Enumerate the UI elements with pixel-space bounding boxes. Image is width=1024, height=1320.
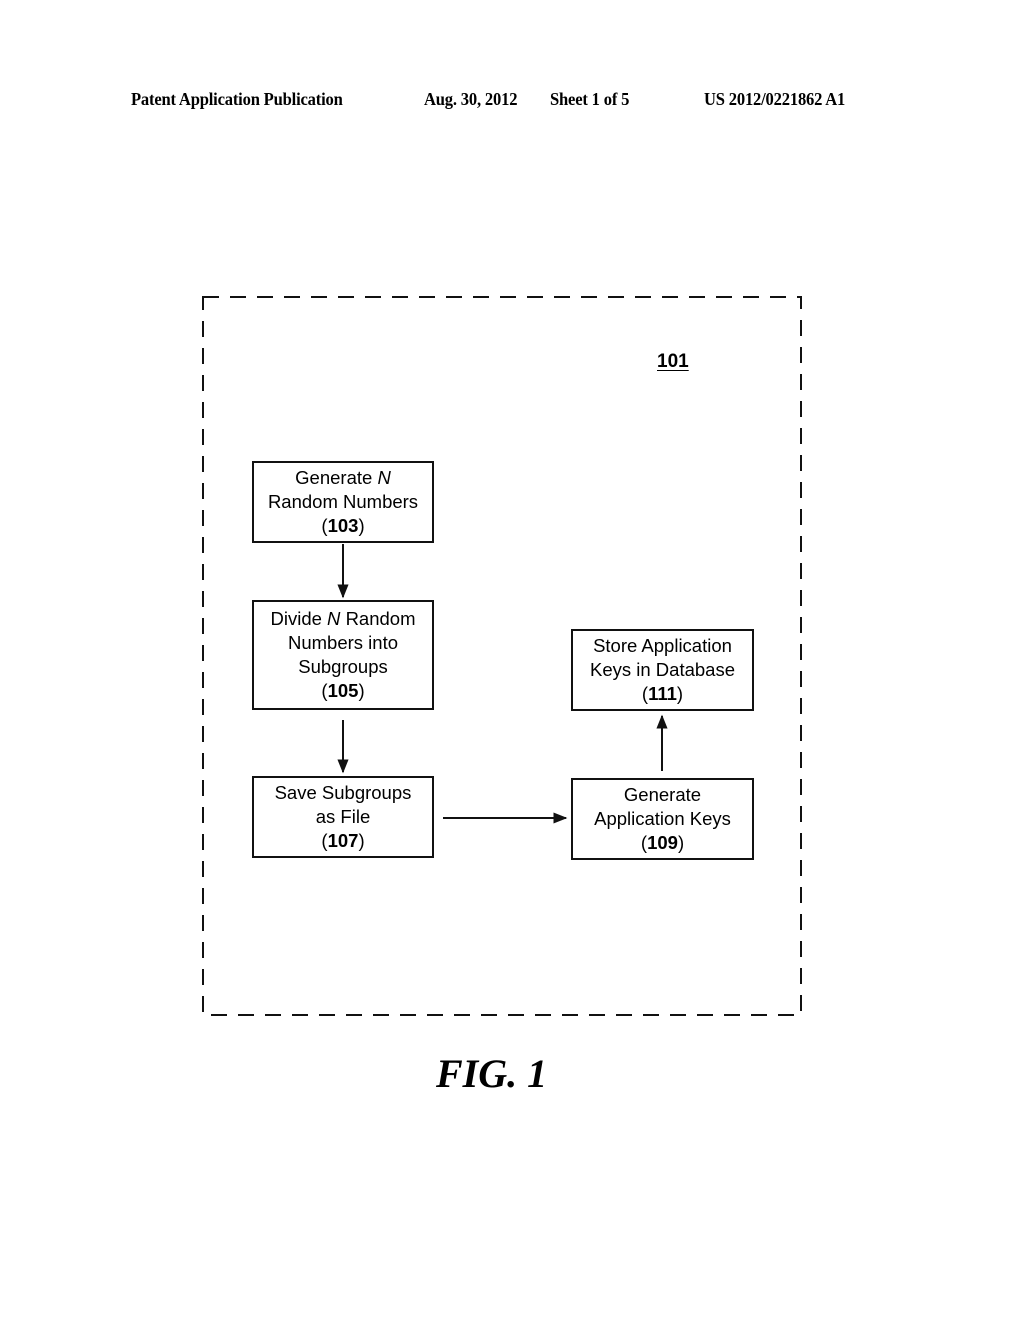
publication-date: Aug. 30, 2012 (424, 89, 518, 109)
process-box-103: Generate N Random Numbers (103) (252, 461, 434, 543)
process-box-111: Store Application Keys in Database (111) (571, 629, 754, 711)
process-box-107: Save Subgroups as File (107) (252, 776, 434, 858)
process-box-105: Divide N Random Numbers into Subgroups (… (252, 600, 434, 710)
sheet-number: Sheet 1 of 5 (550, 89, 630, 109)
box-ref-number: (107) (321, 830, 365, 851)
variable-n: N (327, 608, 341, 629)
reference-numeral-101: 101 (657, 351, 689, 372)
box-line: Generate N (295, 467, 391, 488)
box-line: Subgroups (298, 656, 388, 677)
box-line: as File (315, 806, 371, 827)
box-line: Generate (623, 784, 702, 805)
process-box-109: Generate Application Keys (109) (571, 778, 754, 860)
patent-header: Patent Application Publication Aug. 30, … (0, 89, 1024, 113)
box-line: Divide N Random (270, 608, 416, 629)
box-line: Random Numbers (267, 491, 419, 512)
box-line: Store Application (593, 635, 732, 656)
figure-label: FIG. 1 (436, 1051, 548, 1096)
box-ref-number: (111) (641, 683, 684, 704)
box-line: Numbers into (287, 632, 398, 653)
variable-n: N (377, 467, 391, 488)
box-ref-number: (109) (640, 832, 685, 853)
box-line: Save Subgroups (274, 782, 412, 803)
box-line: Application Keys (594, 808, 731, 829)
box-ref-number: (103) (321, 515, 365, 536)
publication-type: Patent Application Publication (131, 89, 343, 109)
box-line: Keys in Database (589, 659, 735, 680)
publication-number: US 2012/0221862 A1 (704, 89, 846, 109)
box-ref-number: (105) (321, 680, 365, 701)
